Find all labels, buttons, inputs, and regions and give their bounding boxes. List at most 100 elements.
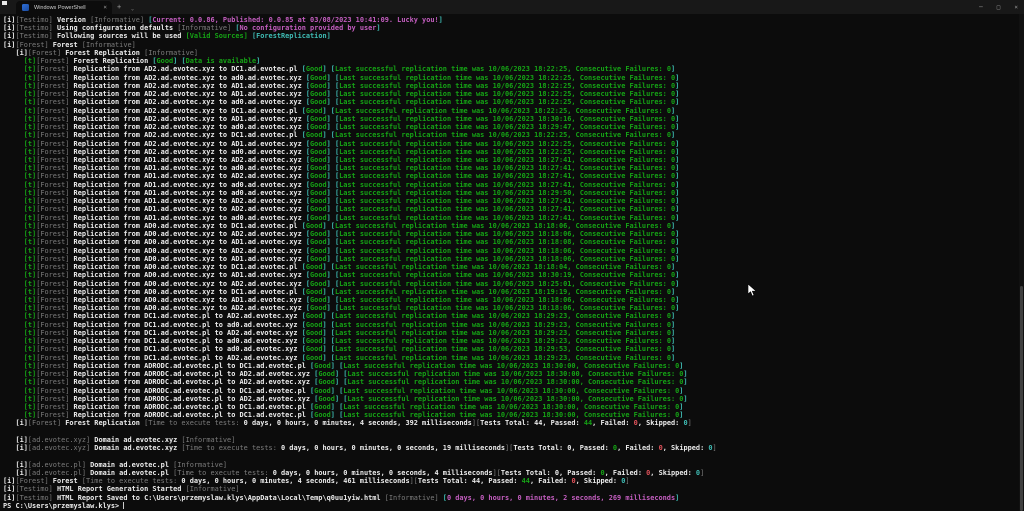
text-segment: ] bbox=[675, 115, 679, 123]
text-segment: [i] bbox=[15, 444, 27, 452]
terminal-line: [i][Testimo] Following sources will be u… bbox=[3, 32, 1022, 40]
text-segment: Last successful replication time was 10/… bbox=[343, 411, 679, 419]
replication-test-line: [t][Forest] Replication from AD1.ad.evot… bbox=[3, 189, 1022, 197]
text-segment: [i] bbox=[15, 461, 27, 469]
text-segment: [ad.evotec.xyz] bbox=[28, 436, 94, 444]
text-segment: ] bbox=[671, 263, 675, 271]
text-segment: Replication from AD1.ad.evotec.xyz to AD… bbox=[74, 172, 306, 180]
scrollbar-thumb[interactable] bbox=[1020, 286, 1023, 511]
text-segment: Good bbox=[314, 387, 331, 395]
text-segment: , Skipped: bbox=[638, 419, 684, 427]
tab-close-icon[interactable]: × bbox=[103, 5, 107, 11]
text-segment: [Forest] bbox=[36, 280, 73, 288]
text-segment: Replication from AD0.ad.evotec.xyz to DC… bbox=[74, 222, 302, 230]
title-bar: Windows PowerShell × + ⌄ ─ □ × bbox=[0, 0, 1024, 14]
text-segment: ] bbox=[675, 98, 679, 106]
text-segment: ] [ bbox=[322, 131, 334, 139]
text-segment: [i] bbox=[15, 419, 27, 427]
mouse-cursor bbox=[748, 284, 757, 297]
text-segment: [i] bbox=[3, 16, 15, 24]
terminal-body[interactable]: [i][Testimo] Version [Informative] [Curr… bbox=[0, 14, 1022, 511]
text-segment: ] bbox=[671, 65, 675, 73]
text-segment: [Forest] bbox=[36, 288, 73, 296]
text-segment: Domain ad.evotec.pl bbox=[90, 461, 173, 469]
replication-test-line: [t][Forest] Replication from DC1.ad.evot… bbox=[3, 329, 1022, 337]
text-segment: , Skipped: bbox=[650, 469, 696, 477]
minimize-button[interactable]: ─ bbox=[979, 4, 983, 11]
text-segment: [Informative] bbox=[82, 41, 136, 49]
text-segment: [Forest] bbox=[36, 411, 73, 419]
text-segment: 44 bbox=[522, 477, 530, 485]
text-segment: Last successful replication time was 10/… bbox=[339, 140, 675, 148]
text-segment: Good bbox=[318, 370, 335, 378]
text-segment: Replication from ADRODC.ad.evotec.pl to … bbox=[74, 362, 310, 370]
text-segment: [t] bbox=[24, 362, 36, 370]
text-segment: Good bbox=[310, 98, 327, 106]
text-segment: Replication from AD0.ad.evotec.xyz to AD… bbox=[74, 280, 306, 288]
text-segment: ] [ bbox=[335, 378, 347, 386]
replication-test-line: [t][Forest] Replication from AD1.ad.evot… bbox=[3, 197, 1022, 205]
text-segment: [Forest] bbox=[36, 148, 73, 156]
text-segment: ] [ bbox=[327, 181, 339, 189]
text-segment: ] bbox=[683, 370, 687, 378]
tab-dropdown-icon[interactable]: ⌄ bbox=[131, 4, 134, 14]
text-segment: Good bbox=[157, 57, 174, 65]
text-segment: [Forest] bbox=[36, 65, 73, 73]
text-segment: ] bbox=[675, 271, 679, 279]
new-tab-button[interactable]: + bbox=[117, 2, 121, 12]
text-segment: Good bbox=[310, 280, 327, 288]
text-segment: [Forest] bbox=[36, 205, 73, 213]
maximize-button[interactable]: □ bbox=[997, 4, 1001, 11]
text-segment: Replication from DC1.ad.evotec.pl to AD2… bbox=[74, 354, 302, 362]
text-segment: Last successful replication time was 10/… bbox=[335, 65, 671, 73]
text-segment: ] bbox=[679, 387, 683, 395]
text-segment: ] bbox=[439, 16, 443, 24]
text-segment: [Informative] bbox=[90, 16, 148, 24]
tab-windows-powershell[interactable]: Windows PowerShell × bbox=[16, 1, 112, 14]
text-segment: ] [ bbox=[322, 321, 334, 329]
text-segment: Replication from DC1.ad.evotec.pl to ad0… bbox=[74, 321, 302, 329]
scrollbar[interactable] bbox=[1019, 14, 1024, 511]
text-segment: ] [ bbox=[327, 74, 339, 82]
replication-test-line: [t][Forest] Replication from AD0.ad.evot… bbox=[3, 288, 1022, 296]
text-segment: Replication from AD2.ad.evotec.xyz to ad… bbox=[74, 123, 306, 131]
text-segment: Last successful replication time was 10/… bbox=[339, 296, 675, 304]
text-segment: [t] bbox=[24, 181, 36, 189]
text-segment: Tests Total: 44, Passed: bbox=[480, 419, 584, 427]
text-segment: Good bbox=[306, 263, 323, 271]
text-segment: [t] bbox=[24, 148, 36, 156]
text-segment: Replication from AD1.ad.evotec.xyz to AD… bbox=[74, 205, 306, 213]
text-segment: Domain ad.evotec.pl bbox=[90, 469, 173, 477]
text-segment: Last successful replication time was 10/… bbox=[339, 123, 675, 131]
text-segment: ] bbox=[675, 189, 679, 197]
text-segment: Last successful replication time was 10/… bbox=[339, 172, 675, 180]
text-segment: Forest bbox=[53, 477, 82, 485]
powershell-icon bbox=[22, 4, 29, 11]
text-segment: Last successful replication time was 10/… bbox=[335, 345, 671, 353]
text-segment: Last successful replication time was 10/… bbox=[339, 98, 675, 106]
text-segment: ] bbox=[675, 181, 679, 189]
text-segment: [Valid Sources] bbox=[186, 32, 252, 40]
text-segment: ] [ bbox=[327, 238, 339, 246]
text-segment: ] [ bbox=[327, 189, 339, 197]
close-button[interactable]: × bbox=[1014, 4, 1018, 11]
text-segment: [t] bbox=[24, 288, 36, 296]
replication-test-line: [t][Forest] Replication from AD1.ad.evot… bbox=[3, 156, 1022, 164]
text-segment: ][ bbox=[493, 469, 501, 477]
replication-test-line: [t][Forest] Replication from AD2.ad.evot… bbox=[3, 74, 1022, 82]
text-segment: [Forest] bbox=[36, 107, 73, 115]
text-segment: [t] bbox=[24, 312, 36, 320]
text-segment: [i] bbox=[3, 494, 15, 502]
text-segment: ] bbox=[671, 131, 675, 139]
text-segment: ] [ bbox=[322, 345, 334, 353]
text-segment: Domain ad.evotec.xyz bbox=[94, 436, 181, 444]
text-segment: Tests Total: 0, Passed: bbox=[501, 469, 601, 477]
text-segment: [Forest] bbox=[36, 329, 73, 337]
text-segment: [t] bbox=[24, 395, 36, 403]
text-segment: [Forest] bbox=[36, 345, 73, 353]
text-segment: [t] bbox=[24, 90, 36, 98]
text-segment: [t] bbox=[24, 164, 36, 172]
text-segment: Good bbox=[314, 403, 331, 411]
text-segment: [t] bbox=[24, 411, 36, 419]
text-segment: ] bbox=[679, 403, 683, 411]
